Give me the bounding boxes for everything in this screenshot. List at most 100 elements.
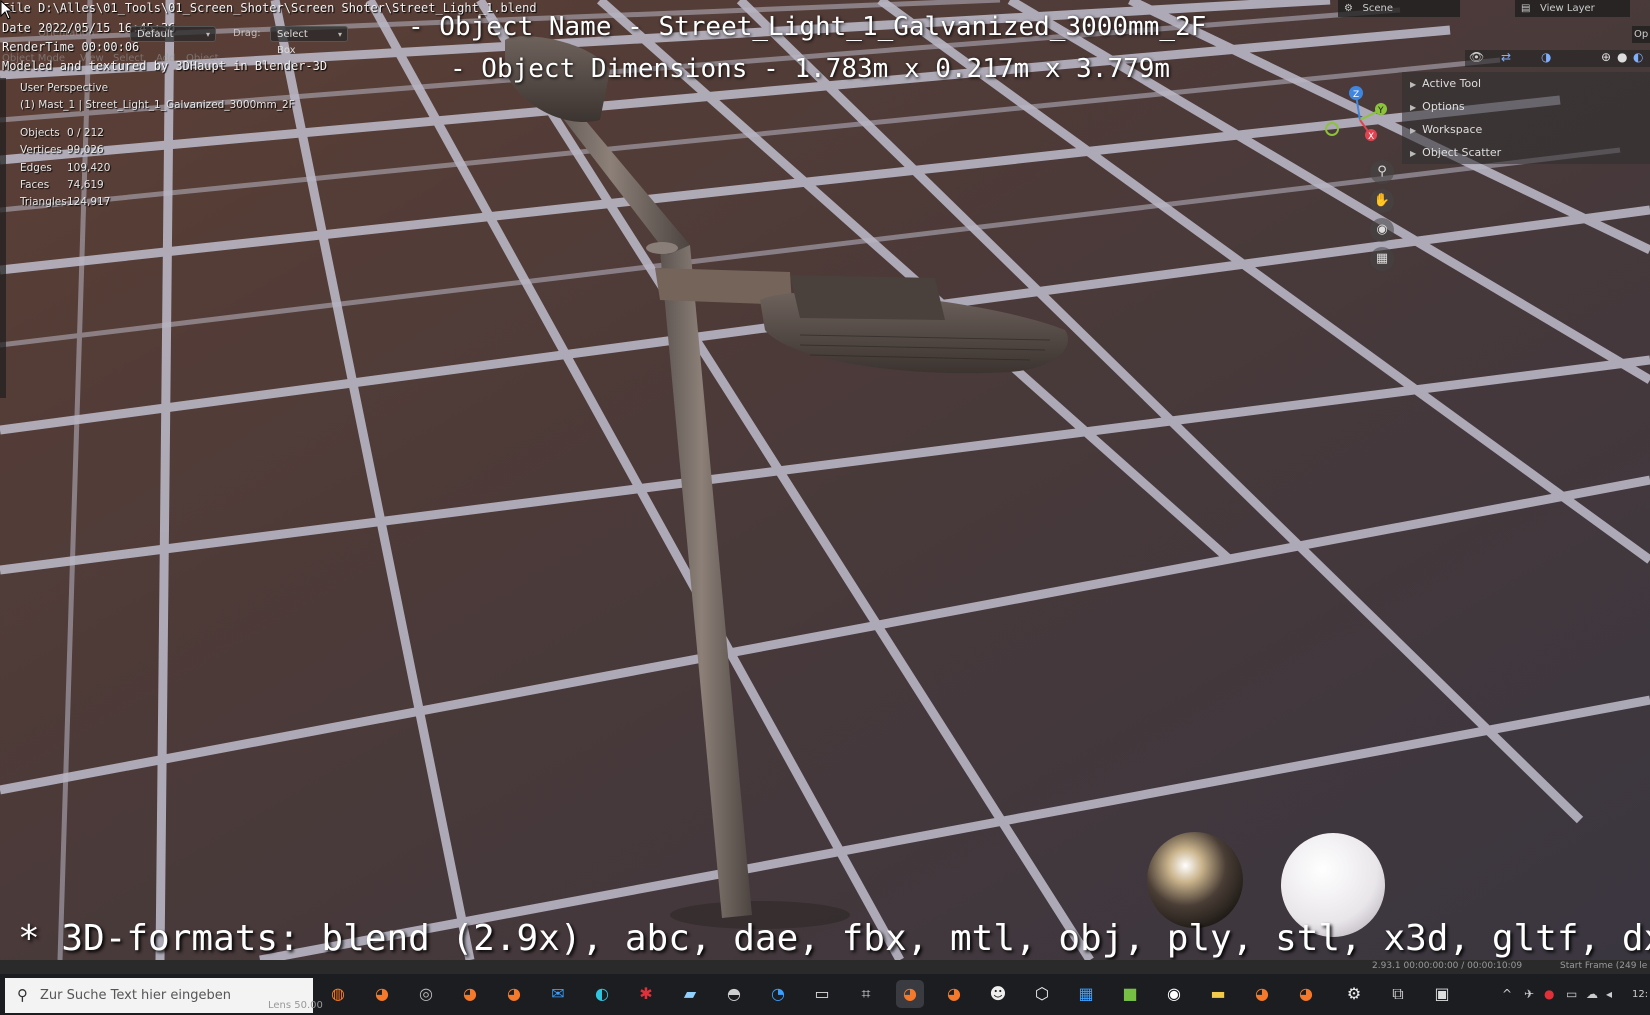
- perspective-grid-icon[interactable]: ▦: [1370, 247, 1394, 271]
- workspace-dropdown[interactable]: Default ▾: [130, 26, 216, 42]
- edge-browser-icon[interactable]: ◐: [588, 980, 616, 1008]
- tray-antivirus-icon[interactable]: ●: [1544, 974, 1554, 1015]
- blender-icon[interactable]: ◕: [368, 980, 396, 1008]
- collapse-triangle-icon: ▶: [1410, 80, 1417, 89]
- notes-icon[interactable]: ▰: [676, 980, 704, 1008]
- gizmo-y-label: Y: [1377, 106, 1384, 116]
- overlay-toggle-icon[interactable]: ◑: [1541, 50, 1551, 64]
- viewport-stats: User Perspective (1) Mast_1 | Street_Lig…: [20, 82, 295, 214]
- panel-workspace[interactable]: ▶ Workspace: [1402, 118, 1650, 141]
- app-red-icon[interactable]: ✱: [632, 980, 660, 1008]
- status-bar: 2.93.1 00:00:00:00 / 00:00:10:09 Start F…: [0, 960, 1650, 974]
- lens-readout: Lens 50.00: [268, 1000, 323, 1011]
- view-layer-selector[interactable]: ▤ View Layer: [1515, 0, 1630, 17]
- collapse-triangle-icon: ▶: [1410, 149, 1417, 158]
- view-layer-selector-label: View Layer: [1540, 3, 1595, 14]
- mail-icon[interactable]: ✉: [544, 980, 572, 1008]
- tray-chevron-up-icon[interactable]: ^: [1502, 974, 1512, 1015]
- settings-gear-icon[interactable]: ⚙: [1340, 980, 1368, 1008]
- scene-selector-label: Scene: [1362, 3, 1394, 14]
- scene-selector[interactable]: ⚙ Scene: [1338, 0, 1460, 17]
- ghost-menu-object[interactable]: Object: [186, 53, 219, 64]
- ghost-menu-select[interactable]: Select: [113, 53, 144, 64]
- drag-select-dropdown[interactable]: Select Box ▾: [270, 26, 348, 56]
- stat-faces: Faces 74,619: [20, 178, 104, 191]
- object-name-overlay: - Object Name - Street_Light_1_Galvanize…: [408, 12, 1207, 42]
- terminal-icon[interactable]: ▭: [808, 980, 836, 1008]
- blender-icon[interactable]: ◕: [940, 980, 968, 1008]
- perspective-label: User Perspective: [20, 82, 109, 94]
- panel-active-tool[interactable]: ▶ Active Tool: [1402, 72, 1650, 95]
- material-shading-icon[interactable]: ◐: [1633, 50, 1643, 64]
- firefox-icon[interactable]: ◍: [324, 980, 352, 1008]
- scene-icon: ⚙: [1344, 3, 1353, 14]
- gizmo-x-label: X: [1368, 132, 1374, 142]
- left-toolbar[interactable]: [0, 78, 6, 398]
- gizmo-toggle-icon[interactable]: ⇄: [1501, 50, 1511, 64]
- explorer-window-icon[interactable]: ▣: [1428, 980, 1456, 1008]
- tray-network-icon[interactable]: ✈: [1524, 974, 1534, 1015]
- stat-edges: Edges 109,420: [20, 161, 111, 174]
- ghost-menu-object-mode[interactable]: Object Mode: [2, 53, 65, 64]
- panel-object-scatter[interactable]: ▶ Object Scatter: [1402, 141, 1650, 164]
- start-frame-readout: Start Frame (249 le: [1560, 961, 1648, 971]
- collapse-triangle-icon: ▶: [1410, 103, 1417, 112]
- gizmo-neg-y-axis[interactable]: [1325, 122, 1339, 136]
- taskbar-search-placeholder: Zur Suche Text hier eingeben: [40, 988, 231, 1003]
- network-app-icon[interactable]: ⧉: [1384, 980, 1412, 1008]
- blender-icon[interactable]: ◕: [456, 980, 484, 1008]
- solid-shading-icon[interactable]: ●: [1617, 50, 1627, 64]
- paint-icon[interactable]: ◓: [720, 980, 748, 1008]
- zoom-icon[interactable]: ⚲: [1370, 160, 1394, 184]
- calendar-icon[interactable]: ▦: [1072, 980, 1100, 1008]
- stat-objects: Objects 0 / 212: [20, 126, 104, 139]
- stat-vertices: Vertices 99,026: [20, 144, 104, 157]
- pan-hand-icon[interactable]: ✋: [1370, 189, 1394, 213]
- taskbar-search-box[interactable]: ⚲ Zur Suche Text hier eingeben: [5, 978, 313, 1013]
- active-object-label: (1) Mast_1 | Street_Light_1_Galvanized_3…: [20, 99, 295, 112]
- options-popover-label: Op: [1634, 29, 1649, 40]
- panel-options[interactable]: ▶ Options: [1402, 95, 1650, 118]
- blender-icon[interactable]: ◕: [1292, 980, 1320, 1008]
- render-time-stamp: RenderTime 00:00:06: [2, 40, 140, 54]
- mouse-cursor-icon: [0, 0, 14, 20]
- tray-cloud-icon[interactable]: ☁: [1586, 974, 1598, 1015]
- orientation-ghost-label: Orientation: [38, 28, 95, 39]
- cube-app-icon[interactable]: ⬡: [1028, 980, 1056, 1008]
- ghost-menu-add[interactable]: Add: [156, 53, 175, 64]
- camera-view-icon[interactable]: ◉: [1370, 218, 1394, 242]
- blender-icon[interactable]: ◕: [1248, 980, 1276, 1008]
- windows-taskbar: ⚲ Zur Suche Text hier eingeben Lens 50.0…: [0, 974, 1650, 1015]
- wireframe-shading-icon[interactable]: ⊕: [1601, 50, 1611, 64]
- tray-volume-icon[interactable]: ◂: [1606, 974, 1612, 1015]
- blender-active-icon[interactable]: ◕: [896, 980, 924, 1008]
- formats-overlay: * 3D-formats: blend (2.9x), abc, dae, fb…: [18, 918, 1650, 959]
- chevron-down-icon: ▾: [205, 30, 210, 39]
- search-icon: ⚲: [17, 986, 28, 1004]
- nvidia-icon[interactable]: ■: [1116, 980, 1144, 1008]
- visibility-icon[interactable]: 👁: [1469, 50, 1484, 64]
- navigation-gizmo[interactable]: Z Y X: [1320, 82, 1400, 162]
- object-dimensions-overlay: - Object Dimensions - 1.783m x 0.217m x …: [450, 54, 1171, 84]
- drag-label: Drag:: [233, 28, 261, 39]
- 3d-viewport[interactable]: File D:\Alles\01_Tools\01_Screen_Shoter\…: [0, 0, 1650, 960]
- stat-triangles: Triangles 124,917: [20, 196, 111, 209]
- view-layer-icon: ▤: [1521, 3, 1531, 14]
- collapse-triangle-icon: ▶: [1410, 126, 1417, 135]
- obs-icon[interactable]: ◎: [412, 980, 440, 1008]
- workspace-dropdown-value: Default: [137, 29, 174, 40]
- gizmo-z-label: Z: [1353, 90, 1359, 100]
- davinci-icon[interactable]: ◉: [1160, 980, 1188, 1008]
- tray-clock[interactable]: 12:: [1632, 974, 1648, 1015]
- chat-icon[interactable]: ◔: [764, 980, 792, 1008]
- version-time-readout: 2.93.1 00:00:00:00 / 00:00:10:09: [1372, 961, 1523, 971]
- ghost-menu-view[interactable]: View: [80, 53, 104, 64]
- options-popover-button[interactable]: Op: [1632, 26, 1650, 43]
- viewport-shading-header[interactable]: 👁 ⇄ ◑ ⊕ ● ◐: [1465, 50, 1650, 67]
- chevron-down-icon: ▾: [337, 30, 342, 39]
- folder-icon[interactable]: ▬: [1204, 980, 1232, 1008]
- screen-tool-icon[interactable]: ⌗: [852, 980, 880, 1008]
- panda-app-icon[interactable]: ☻: [984, 980, 1012, 1008]
- tray-battery-icon[interactable]: ▭: [1566, 974, 1577, 1015]
- blender-icon[interactable]: ◕: [500, 980, 528, 1008]
